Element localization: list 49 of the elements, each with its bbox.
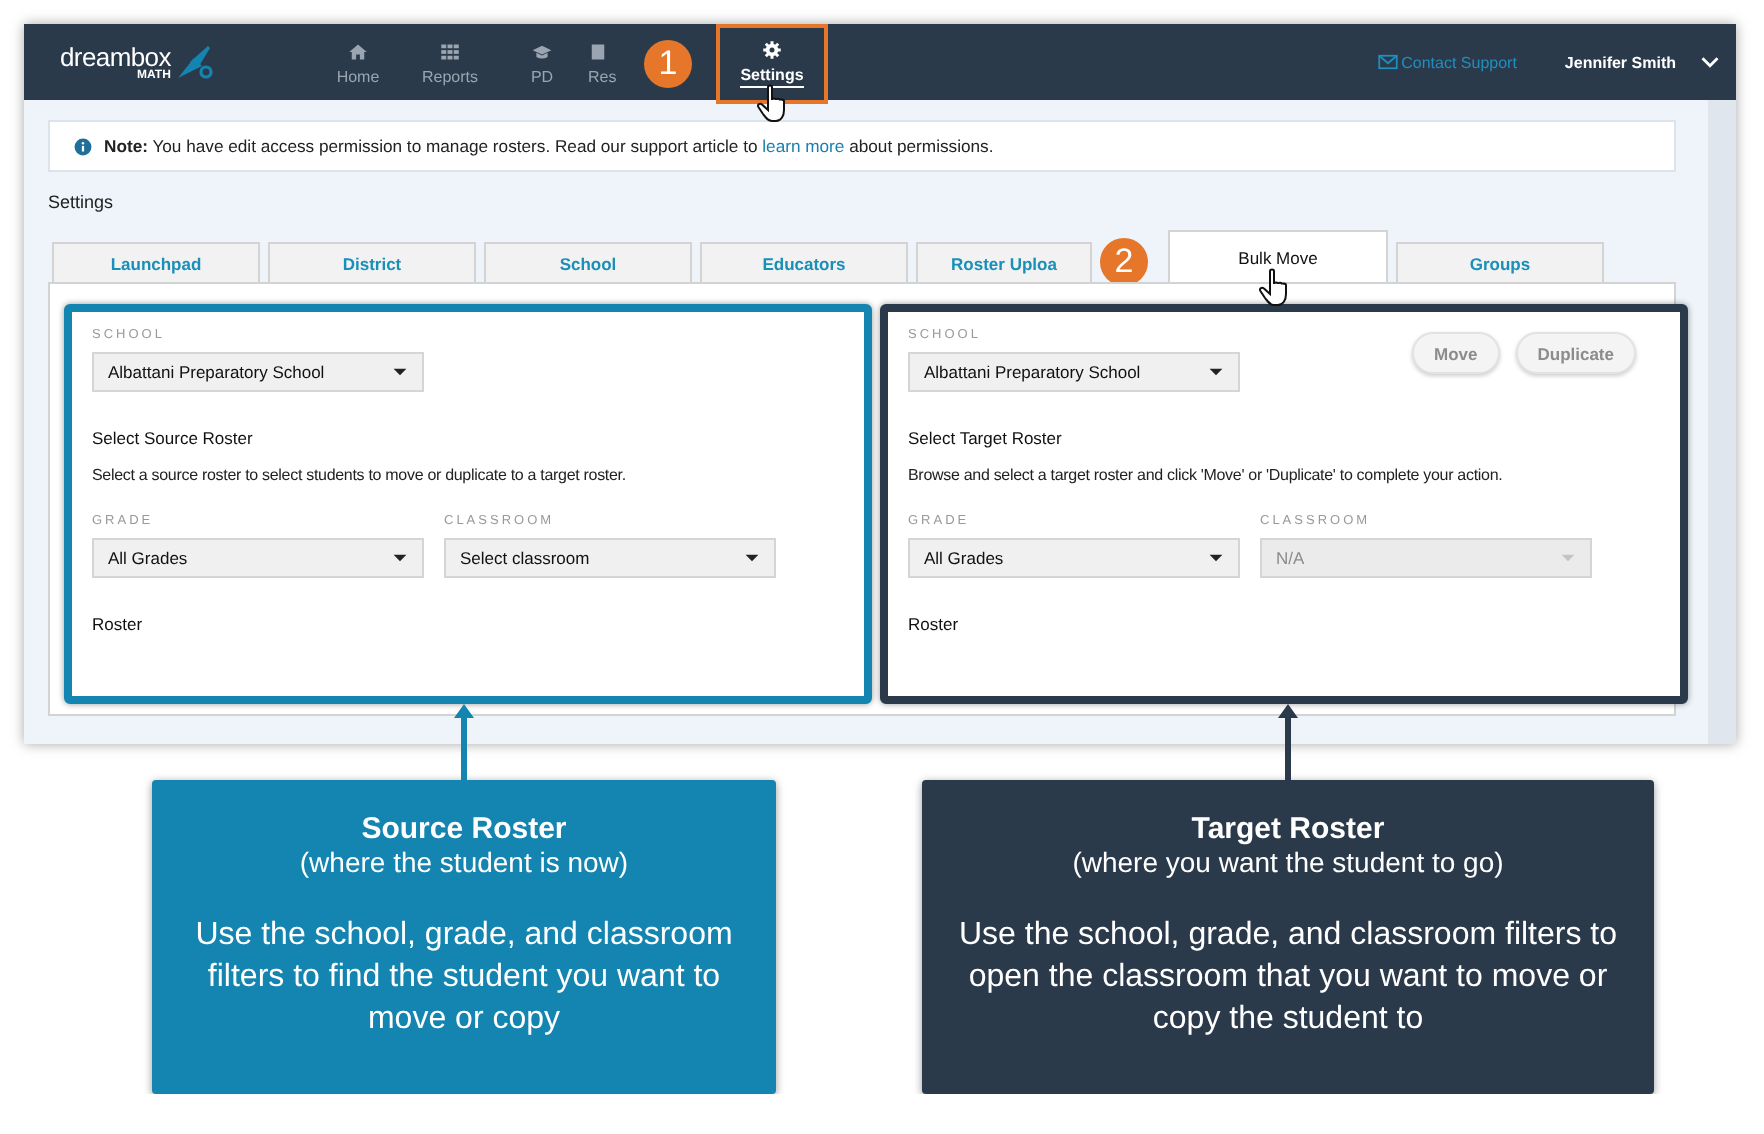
section-title: Settings bbox=[48, 192, 116, 212]
chevron-down-icon bbox=[1700, 52, 1720, 72]
learn-more-link[interactable]: learn more bbox=[762, 136, 845, 156]
roster-heading: Select Source Roster bbox=[92, 428, 255, 448]
graduation-cap-icon bbox=[532, 42, 552, 62]
callout-subtitle: (where you want the student to go) bbox=[1070, 846, 1506, 878]
tab[interactable]: Bulk Move bbox=[1168, 230, 1388, 282]
dropdown[interactable]: All Grades bbox=[92, 538, 424, 578]
caret-icon bbox=[744, 550, 760, 566]
callout-title: Target Roster bbox=[1189, 812, 1387, 846]
tab[interactable]: School bbox=[484, 242, 692, 282]
nav-item[interactable]: PD bbox=[496, 26, 588, 102]
home-icon bbox=[348, 42, 368, 62]
grid-icon bbox=[440, 42, 460, 62]
callout-text: Use the school, grade, and classroom filters to open the classroom that you want to move or copy the student to bbox=[956, 916, 1620, 1040]
gear-icon bbox=[762, 40, 782, 60]
caret-icon bbox=[1560, 550, 1576, 566]
caret-icon bbox=[1208, 364, 1224, 380]
dropdown[interactable]: All Grades bbox=[908, 538, 1240, 578]
tab[interactable]: Groups bbox=[1396, 242, 1604, 282]
mail-icon bbox=[1377, 52, 1398, 72]
callout-subtitle: (where the student is now) bbox=[297, 846, 631, 878]
callout-title: Source Roster bbox=[359, 812, 569, 846]
roster-label: Roster bbox=[908, 614, 961, 634]
tab[interactable]: Roster Uploa bbox=[916, 242, 1092, 282]
caret-icon bbox=[392, 550, 408, 566]
callout-text: Use the school, grade, and classroom filters to find the student you want to move or copy bbox=[193, 916, 735, 1040]
roster-heading: Select Target Roster bbox=[908, 428, 1064, 448]
tab[interactable]: District bbox=[268, 242, 476, 282]
step-badge: 2 bbox=[1100, 238, 1148, 286]
dropdown[interactable]: Albattani Preparatory School bbox=[92, 352, 424, 392]
nav-item[interactable]: Home bbox=[312, 26, 404, 102]
tab[interactable]: Launchpad bbox=[52, 242, 260, 282]
caret-icon bbox=[392, 364, 408, 380]
step-badge: 1 bbox=[644, 40, 692, 88]
info-icon bbox=[74, 137, 92, 155]
nav-item[interactable]: Reports bbox=[404, 26, 496, 102]
roster-description: Browse and select a target roster and click 'Move' or 'Duplicate' to complete your action. bbox=[908, 466, 1505, 484]
nav-item[interactable]: Res bbox=[588, 26, 644, 102]
caret-icon bbox=[1208, 550, 1224, 566]
logo-text: dreambox bbox=[60, 43, 171, 69]
tab[interactable]: Educators bbox=[700, 242, 908, 282]
dropdown[interactable]: Select classroom bbox=[444, 538, 776, 578]
roster-label: Roster bbox=[92, 614, 145, 634]
contact-support-link[interactable]: Contact Support bbox=[1377, 52, 1517, 72]
dropdown[interactable]: Albattani Preparatory School bbox=[908, 352, 1240, 392]
roster-description: Select a source roster to select students to move or duplicate to a target roster. bbox=[92, 466, 628, 484]
user-name[interactable]: Jennifer Smith bbox=[1564, 53, 1676, 71]
notice-text: Note: You have edit access permission to manage rosters. Read our support article to learn more about permissions. bbox=[104, 136, 994, 156]
